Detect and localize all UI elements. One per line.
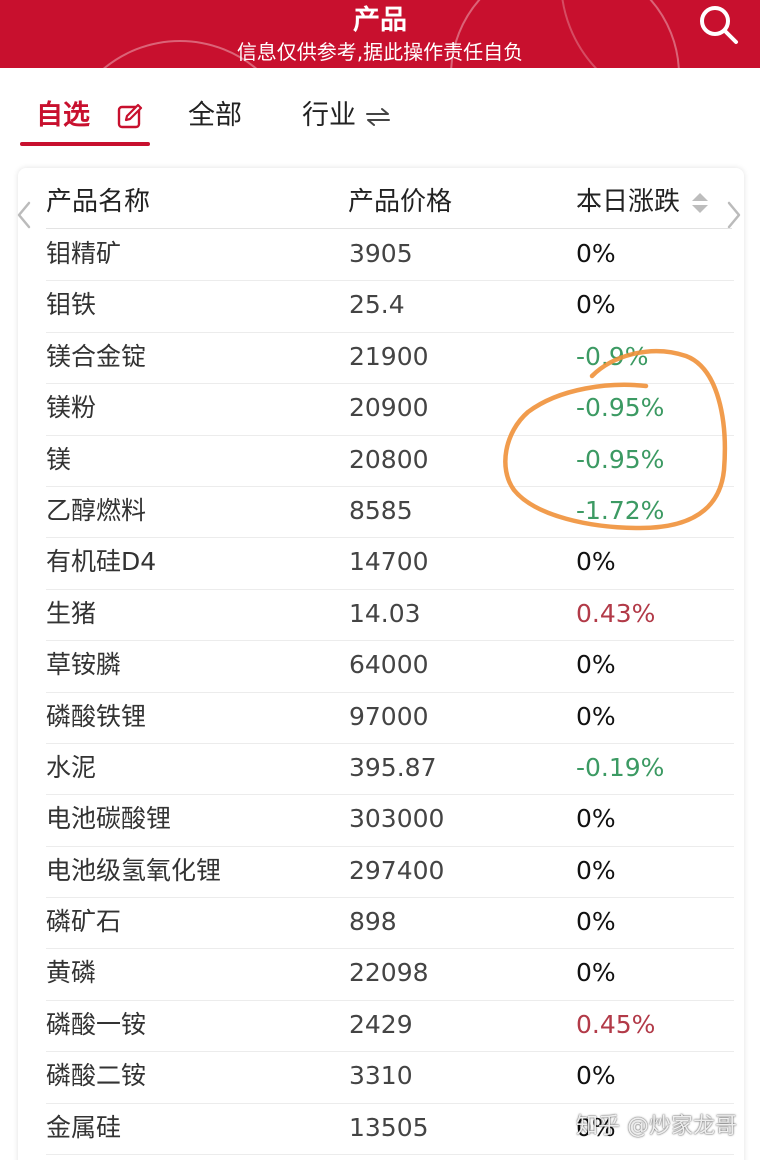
sort-up-down-icon[interactable] <box>690 190 710 216</box>
table-row[interactable]: 黄磷 22098 0% <box>18 949 744 1002</box>
product-name: 电池级氢氧化锂 <box>46 855 222 885</box>
edit-icon[interactable] <box>116 102 144 130</box>
daily-change: 0% <box>576 804 616 834</box>
daily-change: 0% <box>576 701 616 731</box>
product-price: 3905 <box>349 239 413 268</box>
product-name: 金属硅 <box>46 1112 122 1142</box>
tab-industry-label: 行业 <box>302 100 356 131</box>
daily-change: 0% <box>576 650 616 680</box>
product-list: 钼精矿 3905 0% 钼铁 25.4 0% 镁合金锭 21900 -0.9% 镁粉 20900 -0… <box>18 230 744 1156</box>
daily-change: -0.95% <box>576 393 665 423</box>
daily-change: -1.72% <box>576 495 665 525</box>
product-price: 21900 <box>349 341 429 371</box>
product-name: 镁 <box>46 444 72 474</box>
daily-change: -0.19% <box>576 752 665 782</box>
disclaimer-text: 信息仅供参考,据此操作责任自负 <box>236 40 524 64</box>
daily-change: 0% <box>576 907 616 937</box>
product-name: 磷酸铁锂 <box>46 701 147 731</box>
product-price: 25.4 <box>349 290 405 320</box>
column-header-price: 产品价格 <box>348 187 453 217</box>
page-title: 产品 <box>353 5 407 36</box>
table-row[interactable]: 钼铁 25.4 0% <box>18 281 744 334</box>
column-header-change[interactable]: 本日涨跌 <box>576 184 680 220</box>
product-name: 有机硅D4 <box>46 547 157 577</box>
table-row[interactable]: 草铵膦 64000 0% <box>18 641 744 693</box>
table-row[interactable]: 钼精矿 3905 0% <box>18 230 744 282</box>
product-name: 镁粉 <box>46 393 97 423</box>
tab-bar: 自选 全部 行业 <box>0 68 760 158</box>
daily-change: -0.95% <box>576 444 665 474</box>
swap-arrows-icon <box>366 108 390 126</box>
product-price: 64000 <box>349 650 429 680</box>
daily-change: 0.45% <box>576 1009 656 1039</box>
table-row[interactable]: 镁 20800 -0.95% <box>18 436 744 488</box>
product-price: 14.03 <box>349 598 421 628</box>
product-name: 镁合金锭 <box>46 341 147 371</box>
column-header-name: 产品名称 <box>46 187 151 217</box>
table-row[interactable]: 磷酸二铵 3310 0% <box>18 1052 744 1105</box>
tab-all[interactable]: 全部 <box>188 96 242 136</box>
product-name: 乙醇燃料 <box>46 495 147 525</box>
product-price: 3310 <box>349 1061 413 1091</box>
product-price: 395.87 <box>349 752 437 782</box>
tab-watchlist[interactable]: 自选 <box>36 96 143 136</box>
daily-change: 0% <box>576 855 616 885</box>
daily-change: -0.9% <box>576 341 649 371</box>
product-price: 13505 <box>349 1112 429 1142</box>
product-price: 20800 <box>349 444 429 474</box>
product-price: 303000 <box>349 804 445 834</box>
table-row[interactable]: 生猪 14.03 0.43% <box>18 590 744 642</box>
product-name: 黄磷 <box>46 958 97 988</box>
daily-change: 0% <box>576 1061 616 1091</box>
daily-change: 0% <box>576 547 616 577</box>
active-tab-indicator <box>20 142 150 146</box>
product-price: 97000 <box>349 701 429 731</box>
table-row[interactable]: 磷矿石 898 0% <box>18 898 744 950</box>
product-price: 8585 <box>349 495 413 525</box>
divider <box>46 228 732 229</box>
product-price: 2429 <box>349 1009 413 1039</box>
product-price: 20900 <box>349 393 429 423</box>
product-name: 磷酸二铵 <box>46 1061 147 1091</box>
product-price: 898 <box>349 907 397 937</box>
table-row[interactable]: 磷酸铁锂 97000 0% <box>18 693 744 745</box>
table-row[interactable]: 电池级氢氧化锂 297400 0% <box>18 847 744 899</box>
table-row[interactable]: 镁粉 20900 -0.95% <box>18 384 744 436</box>
tab-watchlist-label: 自选 <box>36 100 90 131</box>
daily-change: 0% <box>576 290 616 320</box>
table-row[interactable]: 有机硅D4 14700 0% <box>18 538 744 591</box>
daily-change: 0% <box>576 958 616 988</box>
product-price: 22098 <box>349 958 429 988</box>
product-name: 水泥 <box>46 752 97 782</box>
table-row[interactable]: 水泥 395.87 -0.19% <box>18 744 744 796</box>
table-row[interactable]: 磷酸一铵 2429 0.45% <box>18 1001 744 1053</box>
table-row[interactable]: 电池碳酸锂 303000 0% <box>18 795 744 848</box>
product-name: 草铵膦 <box>46 650 122 680</box>
product-name: 钼精矿 <box>46 239 122 268</box>
app-header: 产品 信息仅供参考,据此操作责任自负 <box>0 0 760 68</box>
search-icon[interactable] <box>696 2 740 46</box>
table-row[interactable]: 乙醇燃料 8585 -1.72% <box>18 487 744 539</box>
table-row[interactable]: 镁合金锭 21900 -0.9% <box>18 333 744 385</box>
tab-all-label: 全部 <box>188 100 242 131</box>
watermark: 知乎 @炒家龙哥 <box>576 1114 737 1139</box>
product-price: 14700 <box>349 547 429 577</box>
table-header: 产品名称 产品价格 本日涨跌 <box>18 168 744 232</box>
product-name: 生猪 <box>46 598 97 628</box>
product-name: 磷酸一铵 <box>46 1009 147 1039</box>
daily-change: 0.43% <box>576 598 656 628</box>
product-price: 297400 <box>349 855 445 885</box>
product-name: 电池碳酸锂 <box>46 804 172 834</box>
product-name: 钼铁 <box>46 290 97 320</box>
daily-change: 0% <box>576 239 616 268</box>
tab-industry[interactable]: 行业 <box>302 96 390 136</box>
product-name: 磷矿石 <box>46 907 122 937</box>
